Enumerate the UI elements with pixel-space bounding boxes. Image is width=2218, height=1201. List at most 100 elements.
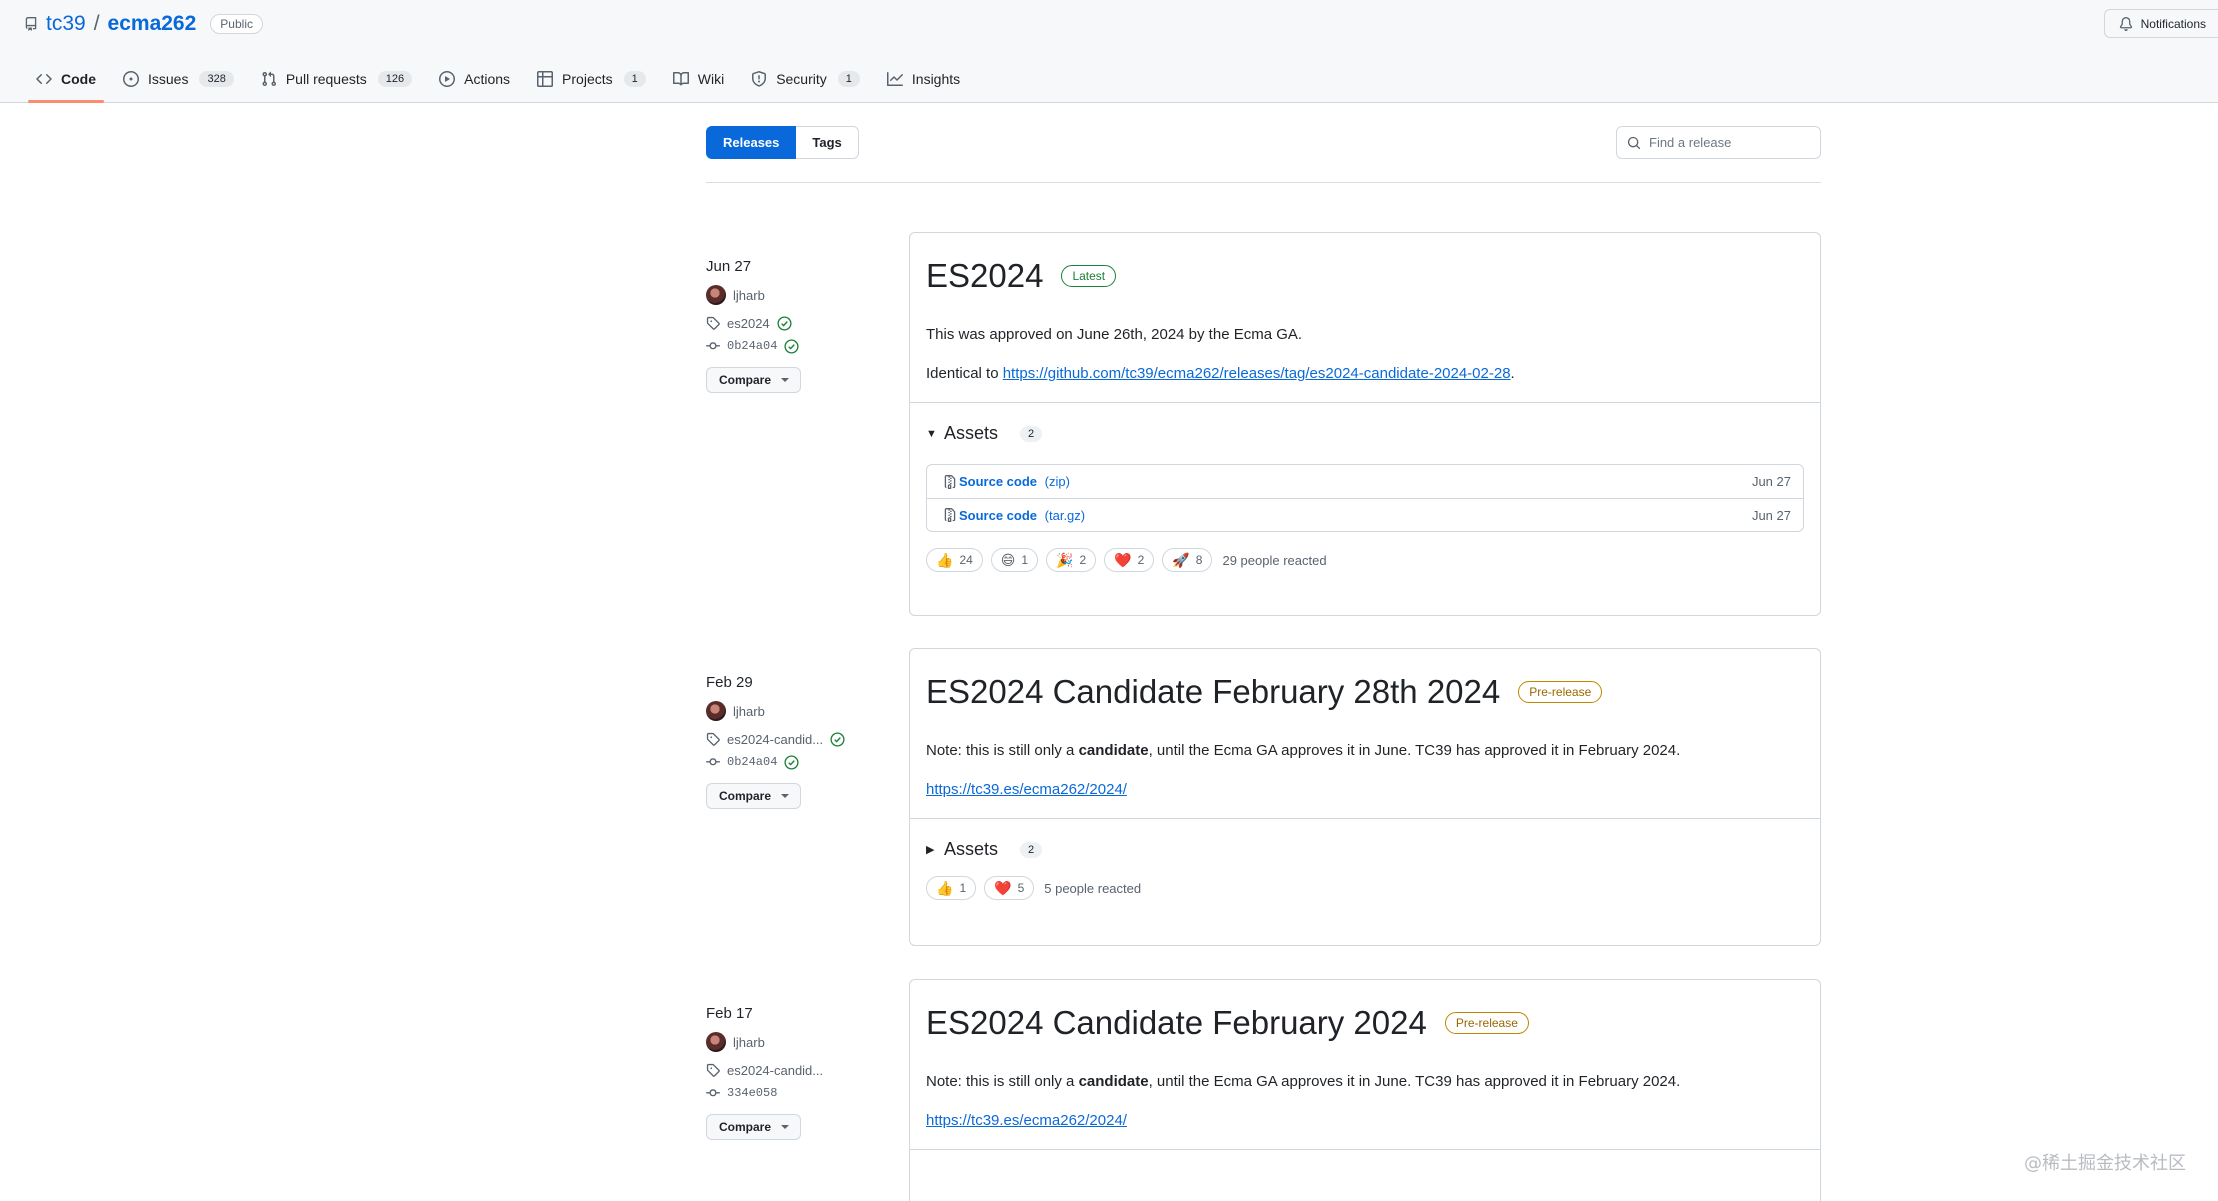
find-release-search[interactable]: [1616, 126, 1821, 159]
release-date: Feb 29: [706, 674, 753, 691]
author-row[interactable]: ljharb: [706, 1032, 896, 1052]
tag-row[interactable]: es2024: [706, 315, 896, 331]
repo-name-link[interactable]: ecma262: [108, 12, 197, 36]
code-icon: [36, 71, 52, 87]
release-meta: Feb 17 ljharb es2024-candid... 334e058 C…: [706, 1005, 896, 1140]
book-icon: [672, 71, 689, 87]
tag-name[interactable]: es2024: [727, 316, 770, 331]
release-link[interactable]: https://tc39.es/ecma262/2024/: [926, 781, 1127, 798]
reaction-thumbs-up[interactable]: 👍 1: [926, 876, 977, 900]
commit-row[interactable]: 334e058: [706, 1085, 896, 1101]
repo-owner-link[interactable]: tc39: [46, 12, 86, 36]
tab-wiki[interactable]: Wiki: [665, 62, 732, 96]
commit-icon: [706, 1086, 720, 1100]
count-badge: 1: [623, 71, 646, 87]
tags-tab[interactable]: Tags: [796, 126, 859, 159]
reaction-rocket[interactable]: 🚀 8: [1162, 548, 1213, 572]
thumbs-up-icon: 👍: [936, 879, 954, 896]
notifications-label: Notifications: [2140, 16, 2206, 31]
play-icon: [439, 71, 456, 87]
notifications-button[interactable]: Notifications: [2103, 9, 2218, 38]
count-badge: 126: [377, 71, 413, 87]
tab-code[interactable]: Code: [28, 62, 104, 103]
verified-check-icon: [784, 754, 799, 770]
commit-sha[interactable]: 334e058: [727, 1086, 777, 1100]
file-zip-icon: [943, 508, 957, 522]
repo-icon: [24, 16, 38, 32]
author-name[interactable]: ljharb: [733, 288, 765, 303]
tag-icon: [706, 732, 720, 746]
releases-subnav: Releases Tags: [706, 126, 859, 159]
reaction-laugh[interactable]: 😄 1: [990, 548, 1039, 572]
author-name[interactable]: ljharb: [733, 704, 765, 719]
release-title[interactable]: ES2024 Candidate February 2024: [926, 1004, 1427, 1042]
shield-icon: [751, 71, 767, 87]
graph-icon: [886, 71, 903, 87]
commit-icon: [706, 339, 720, 353]
tab-label: Projects: [562, 71, 613, 87]
asset-link[interactable]: Source code (zip): [943, 474, 1070, 489]
bell-icon: [2119, 16, 2133, 31]
tab-label: Actions: [464, 71, 511, 87]
author-name[interactable]: ljharb: [733, 1035, 765, 1050]
compare-label: Compare: [719, 789, 772, 803]
reaction-hooray[interactable]: 🎉 2: [1046, 548, 1097, 572]
tag-name[interactable]: es2024-candid...: [727, 732, 823, 747]
tab-label: Pull requests: [285, 71, 367, 87]
asset-row: Source code (zip) Jun 27: [927, 465, 1803, 498]
release-meta: Jun 27 ljharb es2024 0b24a04 Compare: [706, 258, 896, 393]
release-title[interactable]: ES2024 Candidate February 28th 2024: [926, 673, 1500, 711]
search-input[interactable]: [1649, 135, 1809, 150]
release-date: Feb 17: [706, 1005, 753, 1022]
release-title[interactable]: ES2024: [926, 257, 1043, 295]
laugh-icon: 😄: [1000, 551, 1016, 568]
tag-row[interactable]: es2024-candid...: [706, 1062, 896, 1078]
search-icon: [1627, 136, 1641, 150]
release-body-text: This was approved on June 26th, 2024 by …: [926, 326, 1303, 343]
commit-row[interactable]: 0b24a04: [706, 754, 896, 770]
assets-toggle[interactable]: ▼ Assets 2: [926, 423, 1804, 444]
release-card: ES2024 Candidate February 28th 2024 Pre-…: [909, 648, 1821, 946]
tab-issues[interactable]: Issues 328: [115, 62, 242, 96]
verified-check-icon: [777, 315, 792, 331]
release-body-text: Note: this is still only a candidate, un…: [926, 1073, 1681, 1090]
releases-tab[interactable]: Releases: [706, 126, 797, 159]
author-row[interactable]: ljharb: [706, 285, 896, 305]
triangle-down-icon: [781, 792, 790, 800]
tab-label: Code: [61, 71, 96, 87]
reaction-heart[interactable]: ❤️ 2: [1104, 548, 1155, 572]
reaction-heart[interactable]: ❤️ 5: [984, 876, 1035, 900]
reaction-thumbs-up[interactable]: 👍 24: [926, 548, 983, 572]
release-body-text: Identical to https://github.com/tc39/ecm…: [926, 365, 1515, 382]
tab-insights[interactable]: Insights: [879, 62, 968, 96]
tag-row[interactable]: es2024-candid...: [706, 731, 896, 747]
tag-name[interactable]: es2024-candid...: [727, 1063, 823, 1078]
asset-link[interactable]: Source code (tar.gz): [943, 508, 1085, 523]
tab-pull-requests[interactable]: Pull requests 126: [253, 62, 420, 96]
commit-sha[interactable]: 0b24a04: [727, 339, 777, 353]
release-body-text: https://tc39.es/ecma262/2024/: [926, 781, 1804, 798]
release-link[interactable]: https://github.com/tc39/ecma262/releases…: [1003, 365, 1511, 382]
avatar: [706, 701, 726, 721]
file-zip-icon: [943, 474, 957, 489]
tab-projects[interactable]: Projects 1: [529, 62, 654, 96]
release-card: ES2024 Latest This was approved on June …: [909, 232, 1821, 616]
author-row[interactable]: ljharb: [706, 701, 896, 721]
commit-sha[interactable]: 0b24a04: [727, 755, 777, 769]
reactions-bar: 👍 1 ❤️ 5 5 people reacted: [926, 876, 1804, 900]
rocket-icon: 🚀: [1172, 551, 1190, 568]
compare-button[interactable]: Compare: [706, 367, 802, 393]
triangle-right-icon: ▶: [926, 844, 935, 856]
compare-button[interactable]: Compare: [706, 783, 802, 809]
assets-section: ▼ Assets 2 Source code (zip) Jun 27 Sour…: [910, 402, 1820, 590]
assets-toggle[interactable]: ▶ Assets 2: [926, 839, 1804, 860]
table-icon: [537, 71, 554, 87]
triangle-down-icon: [781, 1123, 790, 1131]
repo-header: tc39 / ecma262 Public Notifications Code…: [0, 0, 2218, 103]
tag-icon: [706, 1063, 720, 1077]
commit-row[interactable]: 0b24a04: [706, 338, 896, 354]
release-link[interactable]: https://tc39.es/ecma262/2024/: [926, 1112, 1127, 1129]
tab-security[interactable]: Security 1: [743, 62, 868, 96]
tab-actions[interactable]: Actions: [431, 62, 518, 96]
compare-button[interactable]: Compare: [706, 1114, 802, 1140]
